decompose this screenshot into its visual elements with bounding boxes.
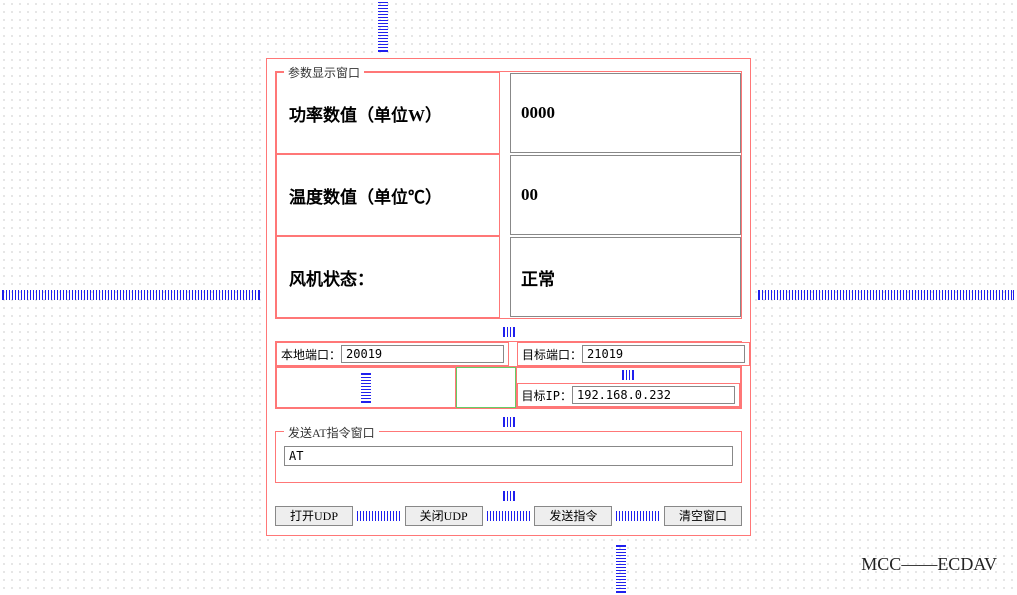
button-row: 打开UDP 关闭UDP 发送指令 清空窗口	[275, 505, 742, 527]
splitter-ports-right[interactable]	[622, 370, 634, 380]
params-values-column: 0000 00 正常	[510, 72, 741, 318]
main-panel: 参数显示窗口 功率数值（单位W） 温度数值（单位℃） 风机状态： 0000 00…	[266, 58, 751, 536]
ports-left-empty	[276, 367, 456, 408]
ports-right-box: 目标IP：	[516, 367, 741, 408]
splitter-1[interactable]	[275, 327, 742, 339]
resize-handle-right[interactable]	[758, 290, 1014, 300]
btn-spacer-1[interactable]	[357, 511, 401, 521]
resize-handle-top[interactable]	[378, 2, 388, 52]
params-group: 参数显示窗口 功率数值（单位W） 温度数值（单位℃） 风机状态： 0000 00…	[275, 71, 742, 319]
resize-handle-left[interactable]	[2, 290, 260, 300]
fan-value: 正常	[510, 237, 741, 317]
at-group-title: 发送AT指令窗口	[284, 424, 379, 441]
target-port-label: 目标端口：	[522, 346, 582, 363]
open-udp-button[interactable]: 打开UDP	[275, 506, 353, 526]
splitter-3[interactable]	[275, 491, 742, 503]
target-port-field: 目标端口：	[517, 342, 750, 366]
resize-handle-bottom[interactable]	[616, 545, 626, 593]
clear-window-button[interactable]: 清空窗口	[664, 506, 742, 526]
power-label: 功率数值（单位W）	[276, 72, 500, 154]
target-ip-input[interactable]	[572, 386, 735, 404]
btn-spacer-2[interactable]	[487, 511, 531, 521]
power-value: 0000	[510, 73, 741, 153]
at-group: 发送AT指令窗口	[275, 431, 742, 483]
target-ip-field: 目标IP：	[517, 383, 740, 407]
temp-label: 温度数值（单位℃）	[276, 154, 500, 236]
ports-mid-box	[456, 367, 516, 408]
footer-label: MCC——ECDAV	[861, 554, 997, 575]
local-port-label: 本地端口：	[281, 346, 341, 363]
ports-panel: 本地端口： 目标端口： 目标IP：	[275, 341, 742, 409]
close-udp-button[interactable]: 关闭UDP	[405, 506, 483, 526]
target-port-input[interactable]	[582, 345, 745, 363]
fan-label: 风机状态：	[276, 236, 500, 318]
btn-spacer-3[interactable]	[616, 511, 660, 521]
params-group-title: 参数显示窗口	[284, 64, 364, 81]
at-input[interactable]	[284, 446, 733, 466]
splitter-ports-v[interactable]	[361, 373, 371, 403]
params-labels-column: 功率数值（单位W） 温度数值（单位℃） 风机状态：	[276, 72, 500, 318]
temp-value: 00	[510, 155, 741, 235]
local-port-field: 本地端口：	[276, 342, 509, 366]
local-port-input[interactable]	[341, 345, 504, 363]
target-ip-label: 目标IP：	[522, 387, 572, 404]
send-command-button[interactable]: 发送指令	[534, 506, 612, 526]
